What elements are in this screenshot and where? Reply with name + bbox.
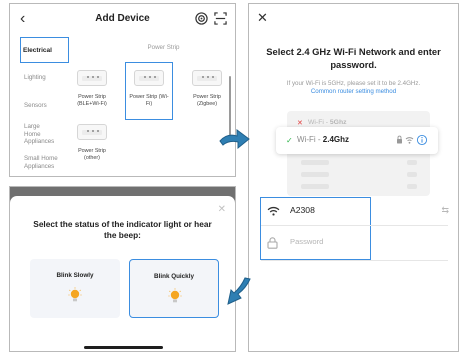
- home-indicator: [84, 346, 163, 349]
- power-strip-other-icon[interactable]: [77, 124, 107, 140]
- bottom-sheet: ✕ Select the status of the indicator lig…: [10, 196, 235, 351]
- section-title: Power Strip: [147, 44, 180, 51]
- network-placeholder: [407, 184, 417, 189]
- network-prefix: Wi-Fi -: [297, 135, 323, 144]
- category-sensors[interactable]: Sensors: [24, 102, 47, 110]
- sheet-title: Select the status of the indicator light…: [33, 219, 212, 240]
- close-icon[interactable]: ✕: [257, 10, 268, 26]
- page-title: Select 2.4 GHz Wi-Fi Network and enter p…: [266, 46, 441, 70]
- close-icon[interactable]: ✕: [218, 204, 226, 215]
- network-placeholder: [301, 172, 329, 177]
- network-status-icons: [397, 134, 428, 146]
- network-2-4ghz[interactable]: ✓ Wi-Fi - 2.4Ghz: [276, 127, 438, 154]
- device-label-zigbee[interactable]: Power Strip (Zigbee): [185, 94, 229, 108]
- router-setting-link[interactable]: Common router setting method: [257, 88, 450, 95]
- network-placeholder: [407, 172, 417, 177]
- category-lighting[interactable]: Lighting: [24, 74, 46, 82]
- unsupported-icon: ✕: [297, 120, 303, 127]
- device-label-ble-wifi[interactable]: Power Strip (BLE+Wi-Fi): [70, 94, 114, 108]
- lock-icon: [267, 237, 278, 249]
- network-placeholder: [301, 160, 329, 165]
- add-device-screen: ‹ Add Device Electrical Lighting Sensors…: [9, 3, 236, 177]
- blink-quickly-option[interactable]: Blink Quickly: [129, 259, 219, 318]
- qr-scan-icon[interactable]: [214, 12, 227, 25]
- divider: [261, 260, 448, 261]
- ssid-field[interactable]: A2308: [290, 205, 315, 215]
- bulb-icon: [68, 287, 82, 302]
- band-note: If your Wi-Fi is 5GHz, please set it to …: [286, 80, 421, 87]
- network-prefix: Wi-Fi -: [308, 119, 330, 126]
- bulb-icon: [168, 288, 182, 303]
- next-step-arrow-icon: [219, 129, 250, 150]
- power-strip-zigbee-icon[interactable]: [192, 70, 222, 86]
- device-label-other[interactable]: Power Strip (other): [70, 148, 114, 162]
- blink-quickly-label: Blink Quickly: [154, 273, 194, 280]
- scan-device-icon[interactable]: [195, 12, 208, 25]
- category-small-home-appliances[interactable]: Small Home Appliances: [24, 155, 62, 170]
- blink-slowly-label: Blink Slowly: [56, 272, 94, 279]
- network-band: 5Ghz: [329, 119, 347, 126]
- divider: [261, 225, 448, 226]
- wifi-setup-screen: ✕ Select 2.4 GHz Wi-Fi Network and enter…: [248, 3, 459, 352]
- power-strip-ble-wifi-icon[interactable]: [77, 70, 107, 86]
- device-label-wifi[interactable]: Power Strip (Wi-Fi): [127, 94, 171, 108]
- network-band: 2.4Ghz: [322, 135, 349, 144]
- power-strip-wifi-icon[interactable]: [134, 70, 164, 86]
- switch-network-icon[interactable]: ⇆: [441, 205, 449, 216]
- header: ‹ Add Device: [10, 4, 235, 34]
- password-field[interactable]: Password: [290, 237, 323, 246]
- check-icon: ✓: [286, 136, 293, 145]
- wifi-icon: [267, 206, 280, 216]
- category-large-home-appliances[interactable]: Large Home Appliances: [24, 123, 58, 146]
- network-placeholder: [407, 160, 417, 165]
- network-placeholder: [301, 184, 329, 189]
- network-5ghz[interactable]: Wi-Fi - 5Ghz: [308, 119, 347, 126]
- blink-slowly-option[interactable]: Blink Slowly: [30, 259, 120, 318]
- indicator-status-screen: ✕ Select the status of the indicator lig…: [9, 186, 236, 352]
- next-step-arrow-icon: [227, 277, 251, 305]
